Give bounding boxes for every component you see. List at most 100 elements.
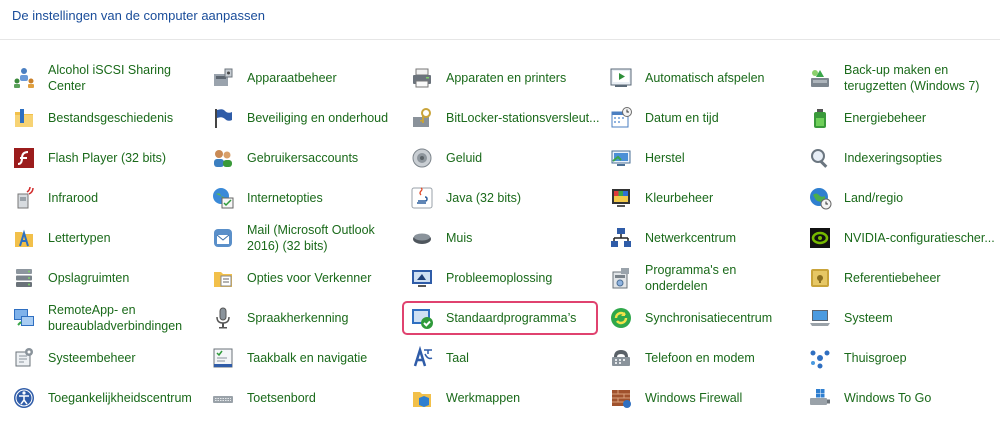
item-label: Taal (446, 351, 469, 365)
item-muis[interactable]: Muis (406, 218, 605, 258)
item-label: Toetsenbord (247, 391, 316, 405)
programs-icon (609, 266, 633, 290)
item-bestandsgeschiedenis[interactable]: Bestandsgeschiedenis (8, 98, 207, 138)
item-spraakherkenning[interactable]: Spraakherkenning (207, 298, 406, 338)
item-probleemoplossing[interactable]: Probleemoplossing (406, 258, 605, 298)
item-backup[interactable]: Back-up maken en terugzetten (Windows 7) (804, 58, 996, 98)
item-alcohol-iscsi[interactable]: Alcohol iSCSI Sharing Center (8, 58, 207, 98)
remote-desktop-icon (12, 306, 36, 330)
phone-modem-icon (609, 346, 633, 370)
item-java[interactable]: Java (32 bits) (406, 178, 605, 218)
item-beveiliging[interactable]: Beveiliging en onderhoud (207, 98, 406, 138)
item-label: Synchronisatiecentrum (645, 311, 773, 325)
mouse-icon (410, 226, 434, 250)
item-label: Toegankelijkheidscentrum (48, 391, 192, 405)
file-history-icon (12, 106, 36, 130)
item-label: Netwerkcentrum (645, 231, 736, 245)
language-icon (410, 346, 434, 370)
item-label: Telefoon en modem (645, 351, 755, 365)
item-indexeringsopties[interactable]: Indexeringsopties (804, 138, 996, 178)
item-synchronisatiecentrum[interactable]: Synchronisatiecentrum (605, 298, 804, 338)
item-label: Mail (Microsoft Outlook 2016) (32 bits) (247, 223, 375, 253)
item-apparaten-printers[interactable]: Apparaten en printers (406, 58, 605, 98)
item-label: Thuisgroep (844, 351, 907, 365)
item-label: Probleemoplossing (446, 271, 553, 285)
item-taakbalk[interactable]: Taakbalk en navigatie (207, 338, 406, 378)
item-windows-firewall[interactable]: Windows Firewall (605, 378, 804, 418)
infrared-icon (12, 186, 36, 210)
folder-options-icon (211, 266, 235, 290)
item-systeem[interactable]: Systeem (804, 298, 996, 338)
item-systeembeheer[interactable]: Systeembeheer (8, 338, 207, 378)
item-label: Gebruikersaccounts (247, 151, 359, 165)
item-energiebeheer[interactable]: Energiebeheer (804, 98, 996, 138)
item-opties-verkenner[interactable]: Opties voor Verkenner (207, 258, 406, 298)
network-center-icon (609, 226, 633, 250)
item-gebruikersaccounts[interactable]: Gebruikersaccounts (207, 138, 406, 178)
item-herstel[interactable]: Herstel (605, 138, 804, 178)
item-nvidia[interactable]: NVIDIA-configuratiescher... (804, 218, 996, 258)
item-remoteapp[interactable]: RemoteApp- en bureaubladverbindingen (8, 298, 207, 338)
item-datum-tijd[interactable]: Datum en tijd (605, 98, 804, 138)
device-manager-icon (211, 66, 235, 90)
item-thuisgroep[interactable]: Thuisgroep (804, 338, 996, 378)
item-toegankelijkheid[interactable]: Toegankelijkheidscentrum (8, 378, 207, 418)
item-label: Systeem (844, 311, 893, 325)
item-label: Apparaatbeheer (247, 71, 337, 85)
battery-icon (808, 106, 832, 130)
item-lettertypen[interactable]: Lettertypen (8, 218, 207, 258)
item-kleurbeheer[interactable]: Kleurbeheer (605, 178, 804, 218)
accessibility-icon (12, 386, 36, 410)
item-referentiebeheer[interactable]: Referentiebeheer (804, 258, 996, 298)
flash-icon (12, 146, 36, 170)
printer-icon (410, 66, 434, 90)
item-taal[interactable]: Taal (406, 338, 605, 378)
fonts-folder-icon (12, 226, 36, 250)
item-label: BitLocker-stationsversleut... (446, 111, 600, 125)
recovery-icon (609, 146, 633, 170)
default-programs-icon (410, 306, 434, 330)
item-geluid[interactable]: Geluid (406, 138, 605, 178)
item-label: Werkmappen (446, 391, 521, 405)
item-programmas-onderdelen[interactable]: Programma's en onderdelen (605, 258, 804, 298)
item-opslagruimten[interactable]: Opslagruimten (8, 258, 207, 298)
flag-icon (211, 106, 235, 130)
item-label: Opslagruimten (48, 271, 130, 285)
backup-icon (808, 66, 832, 90)
item-land-regio[interactable]: Land/regio (804, 178, 996, 218)
item-standaardprogrammas[interactable]: Standaardprogramma’s (406, 298, 605, 338)
item-internetopties[interactable]: Internetopties (207, 178, 406, 218)
item-automatisch-afspelen[interactable]: Automatisch afspelen (605, 58, 804, 98)
item-bitlocker[interactable]: BitLocker-stationsversleut... (406, 98, 605, 138)
work-folders-icon (410, 386, 434, 410)
item-apparaatbeheer[interactable]: Apparaatbeheer (207, 58, 406, 98)
mail-icon (211, 226, 235, 250)
item-windows-to-go[interactable]: Windows To Go (804, 378, 996, 418)
item-label: Standaardprogramma’s (446, 311, 577, 325)
item-label: Land/regio (844, 191, 904, 205)
item-telefoon-modem[interactable]: Telefoon en modem (605, 338, 804, 378)
item-flash-player[interactable]: Flash Player (32 bits) (8, 138, 207, 178)
sync-icon (609, 306, 633, 330)
color-management-icon (609, 186, 633, 210)
item-label: Bestandsgeschiedenis (48, 111, 174, 125)
item-toetsenbord[interactable]: Toetsenbord (207, 378, 406, 418)
item-netwerkcentrum[interactable]: Netwerkcentrum (605, 218, 804, 258)
item-label: Apparaten en printers (446, 71, 567, 85)
nvidia-icon (808, 226, 832, 250)
item-label: Energiebeheer (844, 111, 927, 125)
item-label: Automatisch afspelen (645, 71, 765, 85)
windows-to-go-icon (808, 386, 832, 410)
credential-vault-icon (808, 266, 832, 290)
java-icon (410, 186, 434, 210)
item-label: Referentiebeheer (844, 271, 941, 285)
item-werkmappen[interactable]: Werkmappen (406, 378, 605, 418)
item-label: Datum en tijd (645, 111, 719, 125)
item-infrarood[interactable]: Infrarood (8, 178, 207, 218)
firewall-icon (609, 386, 633, 410)
item-label: Muis (446, 231, 473, 245)
item-mail[interactable]: Mail (Microsoft Outlook 2016) (32 bits) (207, 218, 406, 258)
laptop-icon (808, 306, 832, 330)
network-users-icon (12, 66, 36, 90)
microphone-icon (211, 306, 235, 330)
